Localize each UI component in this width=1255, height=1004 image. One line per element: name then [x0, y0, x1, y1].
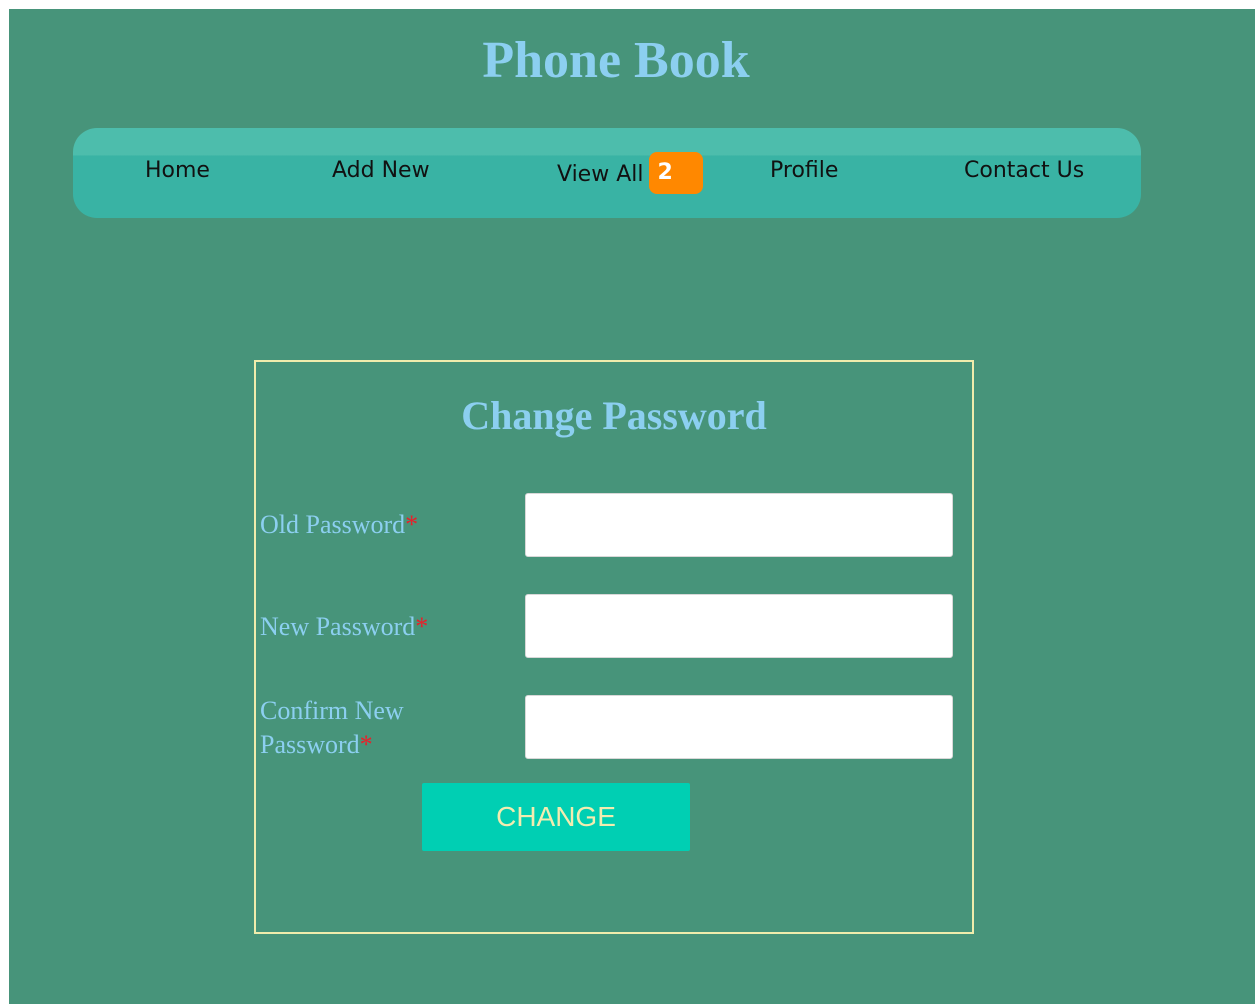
required-asterisk: * [415, 612, 429, 641]
required-asterisk: * [405, 510, 419, 539]
new-password-label: New Password* [260, 610, 428, 644]
old-password-label: Old Password* [260, 508, 418, 542]
confirm-password-label: Confirm New Password* [260, 694, 460, 762]
nav-item-view-all-label: View All [557, 162, 644, 187]
nav-item-contact-us[interactable]: Contact Us [964, 156, 1084, 186]
nav-item-profile[interactable]: Profile [770, 156, 838, 186]
old-password-label-text: Old Password [260, 510, 406, 539]
page-background: Phone Book Home Add New View All 2 Profil… [9, 9, 1255, 1004]
confirm-password-input[interactable] [525, 695, 953, 759]
nav-item-view-all[interactable]: View All 2 [557, 152, 704, 194]
nav-item-add-new[interactable]: Add New [332, 156, 430, 186]
form-title: Change Password [461, 393, 767, 438]
change-password-form: Change Password Old Password* New Passwo… [254, 360, 974, 934]
old-password-input[interactable] [525, 493, 953, 557]
new-password-input[interactable] [525, 594, 953, 658]
change-button[interactable]: CHANGE [422, 783, 690, 851]
site-title: Phone Book [482, 32, 750, 89]
new-password-label-text: New Password [260, 612, 416, 641]
required-asterisk: * [359, 730, 373, 759]
nav-item-home[interactable]: Home [145, 156, 210, 186]
main-navbar: Home Add New View All 2 Profile Contact U… [73, 128, 1141, 218]
contact-count-badge: 2 [649, 152, 704, 194]
confirm-password-label-text: Confirm New Password [260, 696, 404, 759]
